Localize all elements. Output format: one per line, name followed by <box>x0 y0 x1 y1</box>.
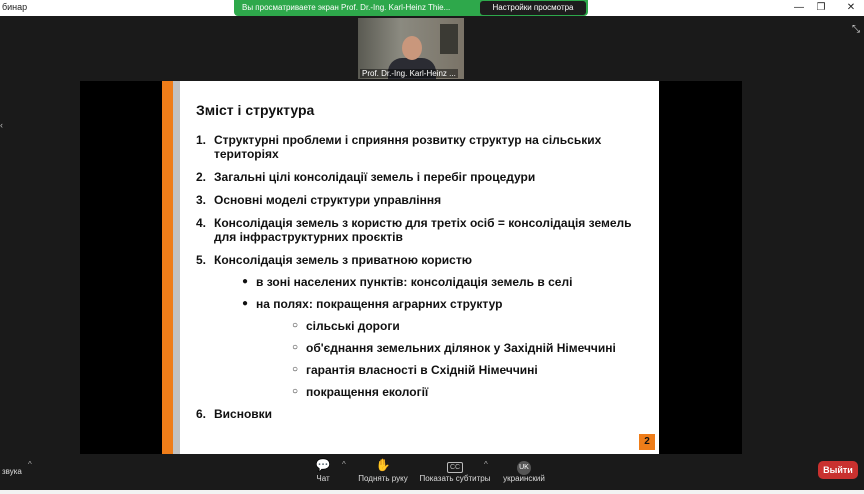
agenda-item: 1. Структурні проблеми і сприяння розвит… <box>196 133 646 161</box>
window-title: бинар <box>2 2 28 12</box>
screen-share-banner: Вы просматриваете экран Prof. Dr.-Ing. K… <box>234 0 588 16</box>
chat-options-chevron-icon[interactable]: ^ <box>342 460 346 469</box>
agenda-text: на полях: покращення аграрних структур <box>256 297 503 311</box>
captions-button[interactable]: CC Показать субтитры <box>418 456 492 483</box>
agenda-number: 6. <box>196 407 207 421</box>
captions-icon: CC <box>418 458 492 474</box>
captions-options-chevron-icon[interactable]: ^ <box>484 460 488 469</box>
video-shelf <box>440 24 458 54</box>
meeting-toolbar: звука ^ 💬 Чат ^ ✋ Поднять руку CC Показа… <box>0 456 864 494</box>
slide-title: Зміст і структура <box>196 102 315 118</box>
speaker-head <box>402 36 422 60</box>
agenda-text: Основні моделі структури управління <box>214 193 442 207</box>
view-options-button[interactable]: Настройки просмотра <box>480 1 586 15</box>
agenda-item: 5. Консолідація земель з приватною корис… <box>196 253 646 267</box>
agenda-item: 6. Висновки <box>196 407 646 421</box>
raise-hand-icon: ✋ <box>375 458 391 472</box>
agenda-subsubitem: ○ сільські дороги <box>292 319 646 333</box>
agenda-text: Структурні проблеми і сприяння розвитку … <box>214 133 602 161</box>
agenda-item: 3. Основні моделі структури управління <box>196 193 646 207</box>
agenda-subsubitem: ○ покращення екології <box>292 385 646 399</box>
agenda-subsubitem: ○ гарантія власності в Східній Німеччині <box>292 363 646 377</box>
bullet-dot-icon: ● <box>242 276 249 287</box>
maximize-icon[interactable]: ❐ <box>810 0 832 16</box>
agenda-text: Консолідація земель з приватною користю <box>214 253 472 267</box>
close-icon[interactable]: ✕ <box>840 0 862 16</box>
participant-name-label: Prof. Dr.-Ing. Karl-Heinz ... <box>360 69 458 78</box>
shared-screen-area: Зміст і структура 1. Структурні проблеми… <box>80 81 742 454</box>
agenda-item: 2. Загальні цілі консолідації земель і п… <box>196 170 646 184</box>
bullet-circle-icon: ○ <box>292 364 299 375</box>
agenda-number: 5. <box>196 253 207 267</box>
agenda-item: 4. Консолідація земель з користю для тре… <box>196 216 646 244</box>
language-label: украинский <box>503 474 545 483</box>
agenda-number: 3. <box>196 193 207 207</box>
audio-settings-label[interactable]: звука <box>2 467 22 476</box>
slide-accent-bar <box>162 81 173 454</box>
raise-hand-button[interactable]: ✋ Поднять руку <box>356 456 410 483</box>
agenda-subsubitem: ○ об'єднання земельних ділянок у Західні… <box>292 341 646 355</box>
chat-button[interactable]: 💬 Чат <box>306 456 340 483</box>
minimize-icon[interactable]: — <box>788 0 810 16</box>
agenda-text: об'єднання земельних ділянок у Західній … <box>306 341 616 355</box>
bullet-circle-icon: ○ <box>292 342 299 353</box>
speaker-video-tile[interactable]: Prof. Dr.-Ing. Karl-Heinz ... <box>358 18 464 79</box>
agenda-text: сільські дороги <box>306 319 400 333</box>
bullet-circle-icon: ○ <box>292 320 299 331</box>
chat-icon: 💬 <box>315 458 331 472</box>
bullet-circle-icon: ○ <box>292 386 299 397</box>
fullscreen-toggle-icon[interactable]: ⤡ <box>852 24 860 35</box>
side-collapse-icon[interactable]: ‹ <box>0 120 3 130</box>
agenda-text: покращення екології <box>306 385 429 399</box>
chat-label: Чат <box>316 474 330 483</box>
language-interpretation-button[interactable]: UK украинский <box>496 456 552 483</box>
agenda-list: 1. Структурні проблеми і сприяння розвит… <box>196 133 646 421</box>
presentation-slide: Зміст і структура 1. Структурні проблеми… <box>162 81 659 454</box>
taskbar-edge <box>0 490 864 494</box>
share-banner-text: Вы просматриваете экран Prof. Dr.-Ing. K… <box>242 3 451 12</box>
audio-options-chevron-icon[interactable]: ^ <box>28 460 32 469</box>
agenda-subitem: ● на полях: покращення аграрних структур <box>242 297 646 311</box>
agenda-text: Консолідація земель з користю для третіх… <box>214 216 632 244</box>
agenda-text: Загальні цілі консолідації земель і пере… <box>214 170 536 184</box>
captions-label: Показать субтитры <box>419 474 491 483</box>
agenda-number: 1. <box>196 133 207 147</box>
agenda-text: гарантія власності в Східній Німеччині <box>306 363 538 377</box>
agenda-text: в зоні населених пунктів: консолідація з… <box>256 275 573 289</box>
raise-hand-label: Поднять руку <box>358 474 408 483</box>
bullet-dot-icon: ● <box>242 298 249 309</box>
agenda-number: 2. <box>196 170 207 184</box>
language-icon: UK <box>496 458 552 475</box>
slide-accent-gray-bar <box>173 81 180 454</box>
leave-button[interactable]: Выйти <box>818 461 858 479</box>
agenda-text: Висновки <box>214 407 273 421</box>
slide-page-number: 2 <box>639 434 655 450</box>
agenda-subitem: ● в зоні населених пунктів: консолідація… <box>242 275 646 289</box>
agenda-number: 4. <box>196 216 207 230</box>
